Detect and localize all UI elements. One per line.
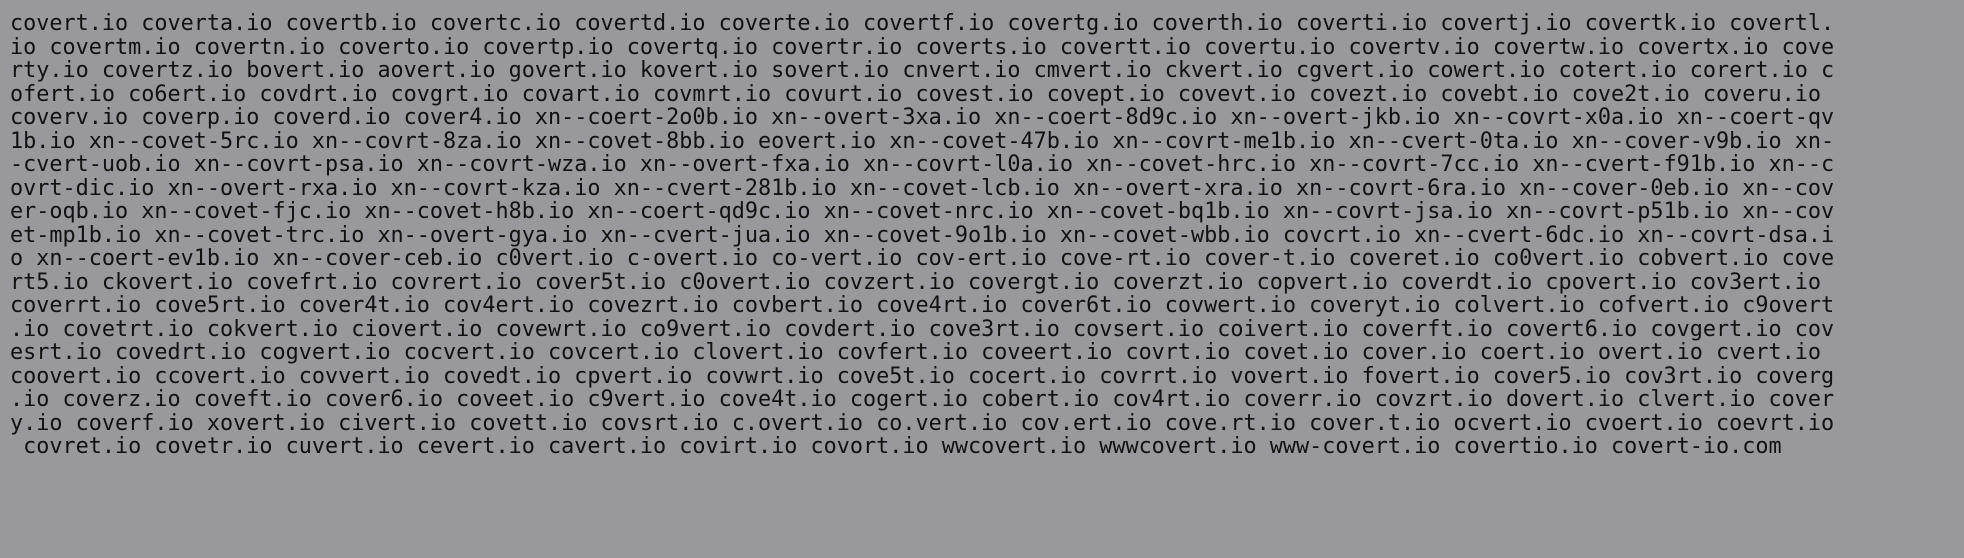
terminal-line-5: coverv.io coverp.io coverd.io cover4.io … [10,106,1835,130]
terminal-line-4: ofert.io co6ert.io covdrt.io covgrt.io c… [10,82,1835,106]
terminal-output: covert.io coverta.io covertb.io covertc.… [0,0,1964,558]
terminal-line-3: rty.io covertz.io bovert.io aovert.io go… [10,59,1835,83]
terminal-line-6: 1b.io xn--covet-5rc.io xn--covrt-8za.io … [10,129,1835,153]
terminal-line-1: covert.io coverta.io covertb.io covertc.… [10,12,1835,36]
terminal-line-18: y.io coverf.io xovert.io civert.io covet… [10,411,1835,435]
terminal-line-14: .io covetrt.io cokvert.io ciovert.io cov… [10,317,1835,341]
terminal-line-19: covret.io covetr.io cuvert.io cevert.io … [10,435,1782,459]
terminal-line-10: et-mp1b.io xn--covet-trc.io xn--overt-gy… [10,223,1835,247]
terminal-line-7: -cvert-uob.io xn--covrt-psa.io xn--covrt… [10,153,1835,177]
terminal-line-9: er-oqb.io xn--covet-fjc.io xn--covet-h8b… [10,200,1835,224]
terminal-line-12: rt5.io ckovert.io covefrt.io covrert.io … [10,270,1835,294]
terminal-line-11: o xn--coert-ev1b.io xn--cover-ceb.io c0v… [10,247,1835,271]
terminal-line-2: io covertm.io covertn.io coverto.io cove… [10,35,1835,59]
terminal-line-15: esrt.io covedrt.io cogvert.io cocvert.io… [10,341,1835,365]
terminal-line-16: coovert.io ccovert.io covvert.io covedt.… [10,364,1835,388]
terminal-line-17: .io coverz.io coveft.io cover6.io coveet… [10,388,1835,412]
terminal-line-8: ovrt-dic.io xn--overt-rxa.io xn--covrt-k… [10,176,1835,200]
terminal-line-13: coverrt.io cove5rt.io cover4t.io cov4ert… [10,294,1835,318]
